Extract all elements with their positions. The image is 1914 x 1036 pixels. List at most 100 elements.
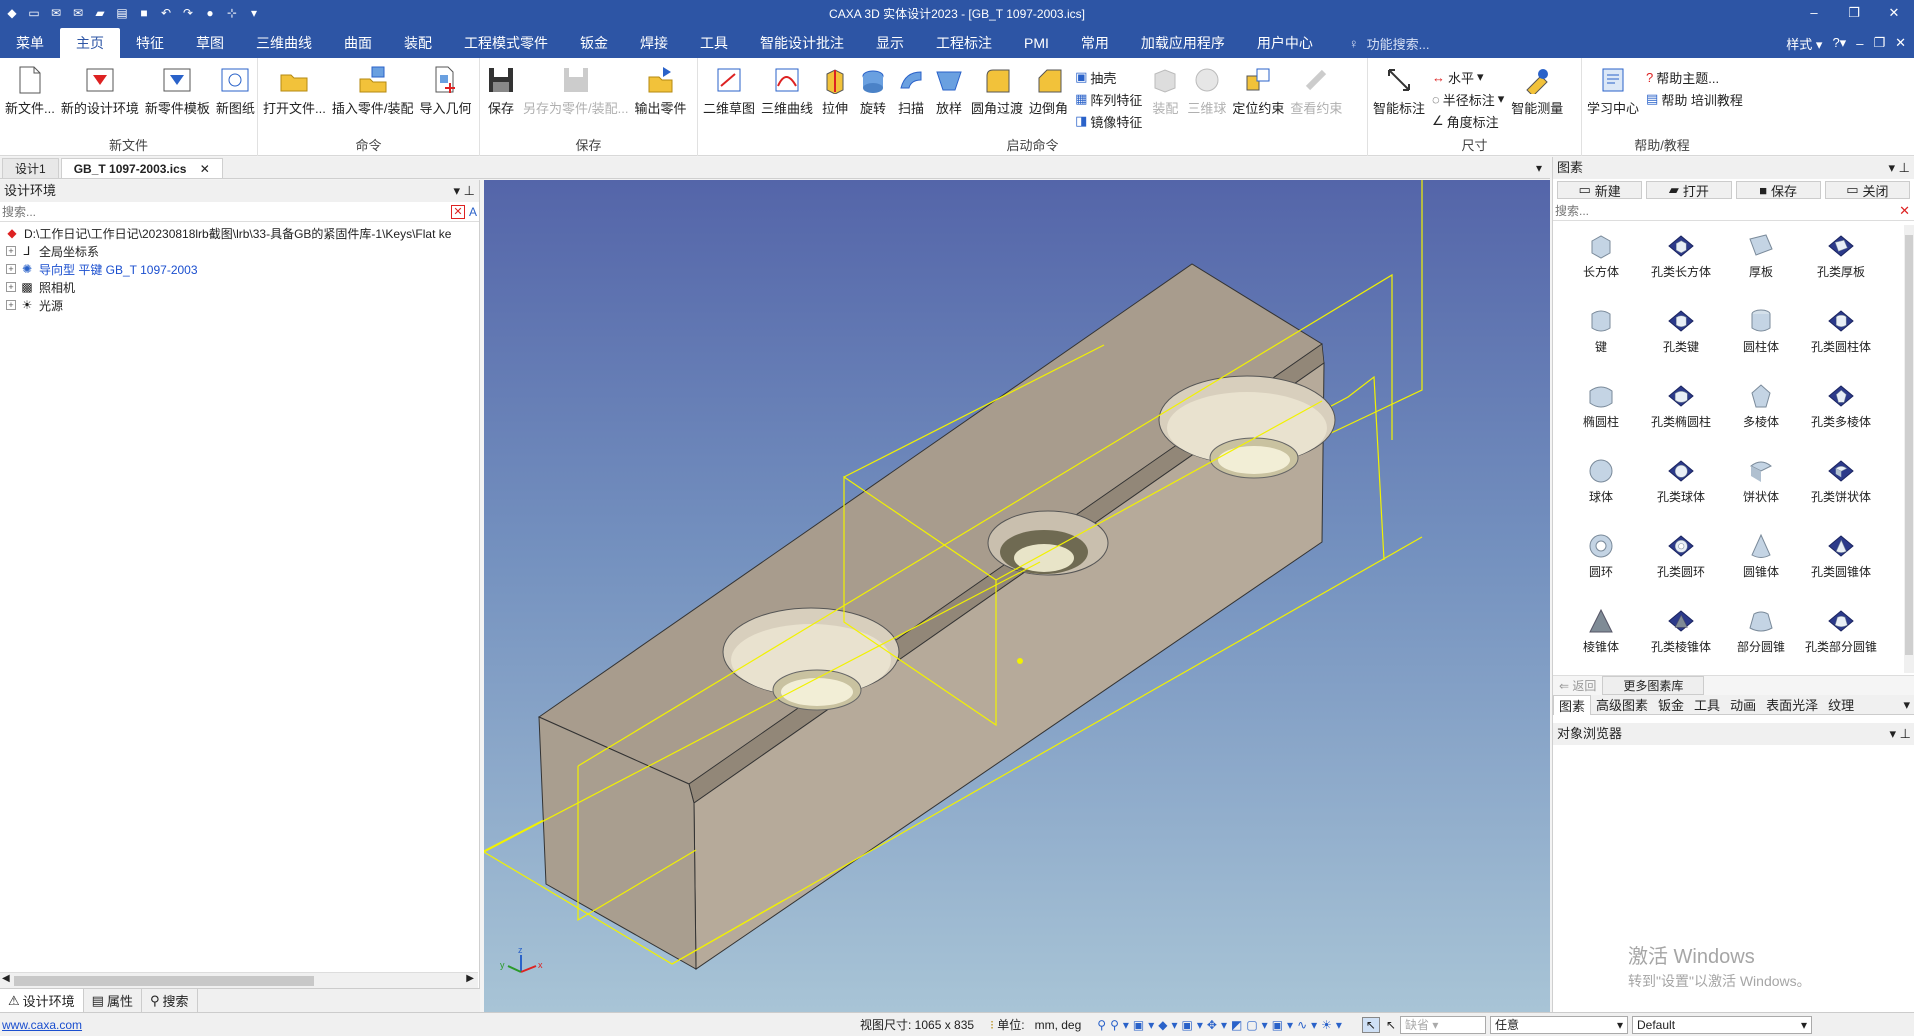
- render-mode-icon[interactable]: ◆▾: [1158, 1018, 1181, 1032]
- design-env-search-input[interactable]: [2, 202, 451, 221]
- doc-tab-design1[interactable]: 设计1: [2, 158, 59, 178]
- catalog-item-hole-pyramid[interactable]: 孔类棱锥体: [1641, 600, 1721, 675]
- tab-3d-curve[interactable]: 三维曲线: [240, 28, 328, 58]
- close-tab-icon[interactable]: ✕: [200, 162, 210, 176]
- tab-design-env[interactable]: ⚠ 设计环境: [0, 989, 84, 1012]
- category-tools[interactable]: 工具: [1689, 695, 1725, 714]
- tree-item-guide-key[interactable]: + ✺ 导向型 平键 GB_T 1097-2003: [0, 260, 479, 278]
- tab-pmi[interactable]: PMI: [1008, 28, 1065, 58]
- part-model[interactable]: z x y: [484, 180, 1550, 1012]
- save-icon[interactable]: ■: [136, 5, 152, 21]
- zoom-icon[interactable]: ⚲: [1097, 1018, 1110, 1032]
- tree-item-light[interactable]: + ☀ 光源: [0, 296, 479, 314]
- mirror-feature-button[interactable]: ◨ 镜像特征: [1075, 112, 1142, 130]
- catalog-item-hole-cylinder[interactable]: 孔类圆柱体: [1801, 300, 1881, 375]
- catalog-search-input[interactable]: [1555, 201, 1900, 220]
- catalog-item-box[interactable]: 长方体: [1561, 225, 1641, 300]
- category-primitives[interactable]: 图素: [1553, 694, 1592, 715]
- catalog-item-prism[interactable]: 多棱体: [1721, 375, 1801, 450]
- scroll-right-icon[interactable]: ▶: [466, 973, 474, 984]
- snap-select[interactable]: 缺省 ▾: [1400, 1015, 1486, 1034]
- doc-tab-gb-t-1097[interactable]: GB_T 1097-2003.ics ✕: [60, 158, 223, 178]
- tab-menu[interactable]: 菜单: [0, 28, 60, 58]
- origin-point[interactable]: [1017, 658, 1023, 664]
- open-folder-icon[interactable]: ▰: [92, 5, 108, 21]
- catalog-item-cone[interactable]: 圆锥体: [1721, 525, 1801, 600]
- tab-search[interactable]: ⚲ 搜索: [142, 989, 198, 1012]
- search-filter-icon[interactable]: A: [469, 205, 477, 219]
- catalog-item-pie[interactable]: 饼状体: [1721, 450, 1801, 525]
- catalog-item-hole-key[interactable]: 孔类键: [1641, 300, 1721, 375]
- tree-root-path[interactable]: ◆ D:\工作日记\工作日记\20230818lrb截图\lrb\33-具备GB…: [0, 224, 479, 242]
- angle-dim-button[interactable]: ∠ 角度标注: [1432, 112, 1504, 130]
- catalog-open-button[interactable]: ▰ 打开: [1646, 181, 1732, 199]
- clear-search-icon[interactable]: ✕: [450, 204, 465, 219]
- curve-view-icon[interactable]: ∿▾: [1297, 1018, 1321, 1032]
- select-cursor-icon[interactable]: ↖: [1361, 1016, 1380, 1033]
- catalog-item-pyramid[interactable]: 棱锥体: [1561, 600, 1641, 675]
- ribbon-minimize-icon[interactable]: –: [1856, 36, 1863, 51]
- open-icon[interactable]: ▤: [114, 5, 130, 21]
- scroll-left-icon[interactable]: ◀: [2, 973, 10, 984]
- display-icon[interactable]: ▣▾: [1182, 1018, 1207, 1032]
- tab-addins[interactable]: 加载应用程序: [1125, 28, 1241, 58]
- catalog-new-button[interactable]: ▭ 新建: [1557, 181, 1643, 199]
- category-animation[interactable]: 动画: [1725, 695, 1761, 714]
- catalog-item-partial-cone[interactable]: 部分圆锥: [1721, 600, 1801, 675]
- catalog-item-ellipse[interactable]: 椭圆柱: [1561, 375, 1641, 450]
- close-icon[interactable]: ✕: [1874, 0, 1914, 26]
- training-tutorial-button[interactable]: ▤ 帮助 培训教程: [1646, 90, 1743, 108]
- panel-pin-icon[interactable]: ▾ ⊥: [454, 180, 475, 202]
- catalog-item-hole-prism[interactable]: 孔类多棱体: [1801, 375, 1881, 450]
- tab-surface[interactable]: 曲面: [328, 28, 388, 58]
- tab-tools[interactable]: 工具: [684, 28, 744, 58]
- undo-icon[interactable]: ↶: [158, 5, 174, 21]
- ribbon-restore-icon[interactable]: ❐: [1873, 35, 1885, 51]
- catalog-item-hole-box[interactable]: 孔类长方体: [1641, 225, 1721, 300]
- view-orient-icon[interactable]: ▣▾: [1133, 1018, 1158, 1032]
- catalog-save-button[interactable]: ■ 保存: [1735, 181, 1821, 199]
- shell-button[interactable]: ▣ 抽壳: [1075, 68, 1142, 86]
- tab-sheet-metal[interactable]: 钣金: [564, 28, 624, 58]
- catalog-clear-icon[interactable]: ✕: [1899, 203, 1910, 219]
- catalog-item-hole-sphere[interactable]: 孔类球体: [1641, 450, 1721, 525]
- section-icon[interactable]: ◩: [1231, 1018, 1246, 1032]
- style-menu[interactable]: 样式 ▾: [1786, 34, 1822, 53]
- tab-common[interactable]: 常用: [1065, 28, 1125, 58]
- ribbon-close-icon[interactable]: ✕: [1895, 35, 1906, 51]
- tab-engineering-part[interactable]: 工程模式零件: [448, 28, 564, 58]
- help-icon[interactable]: ?▾: [1832, 35, 1846, 51]
- filter-select[interactable]: 任意 ▾: [1490, 1015, 1628, 1034]
- tab-assembly[interactable]: 装配: [388, 28, 448, 58]
- catalog-item-sphere[interactable]: 球体: [1561, 450, 1641, 525]
- tree-item-global-coordinate[interactable]: + ⅃ 全局坐标系: [0, 242, 479, 260]
- redo-icon[interactable]: ↷: [180, 5, 196, 21]
- pan-icon[interactable]: ✥▾: [1207, 1018, 1231, 1032]
- back-button[interactable]: ⇐ 返回: [1559, 677, 1596, 694]
- scroll-thumb[interactable]: [14, 976, 314, 986]
- catalog-item-hole-ellipse[interactable]: 孔类椭圆柱: [1641, 375, 1721, 450]
- flat-key-body[interactable]: [537, 263, 1325, 970]
- horizontal-dim-button[interactable]: ↔ 水平 ▾: [1432, 68, 1504, 86]
- doc-tab-menu-icon[interactable]: ▾: [1528, 158, 1550, 178]
- tab-engineering-annotation[interactable]: 工程标注: [920, 28, 1008, 58]
- tab-feature[interactable]: 特征: [120, 28, 180, 58]
- catalog-scrollbar[interactable]: [1904, 225, 1914, 673]
- tab-properties[interactable]: ▤ 属性: [84, 989, 142, 1012]
- shade-icon[interactable]: ▣▾: [1272, 1018, 1297, 1032]
- catalog-scroll-thumb[interactable]: [1905, 235, 1913, 655]
- tab-smart-annotation[interactable]: 智能设计批注: [744, 28, 860, 58]
- tab-sketch[interactable]: 草图: [180, 28, 240, 58]
- catalog-item-hole-cone[interactable]: 孔类圆锥体: [1801, 525, 1881, 600]
- feature-search[interactable]: ♀ 功能搜索...: [1329, 28, 1430, 58]
- scheme-select[interactable]: Default ▾: [1632, 1015, 1812, 1034]
- app-logo-icon[interactable]: ◆: [4, 5, 20, 21]
- tab-display[interactable]: 显示: [860, 28, 920, 58]
- catalog-item-hole-torus[interactable]: 孔类圆环: [1641, 525, 1721, 600]
- more-catalog-button[interactable]: 更多图素库: [1602, 676, 1705, 695]
- 3d-viewport[interactable]: z x y: [484, 180, 1550, 1012]
- wire-icon[interactable]: ▢▾: [1246, 1018, 1271, 1032]
- catalog-item-key[interactable]: 键: [1561, 300, 1641, 375]
- restore-icon[interactable]: ❐: [1834, 0, 1874, 26]
- category-advanced[interactable]: 高级图素: [1591, 695, 1653, 714]
